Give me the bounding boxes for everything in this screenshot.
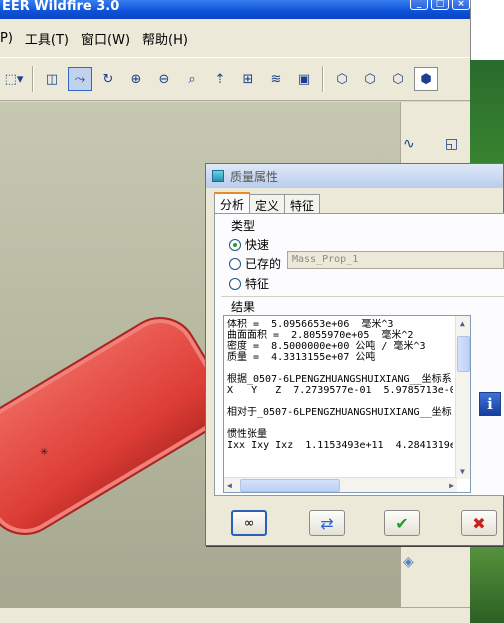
- toolbar-separator: [32, 66, 34, 92]
- curve-icon[interactable]: ∿: [403, 136, 415, 152]
- no-hidden-icon[interactable]: ⬡: [386, 67, 410, 91]
- cancel-icon: ✖: [472, 513, 486, 533]
- results-vertical-scrollbar[interactable]: ▲ ▼: [455, 316, 470, 479]
- scroll-right-icon[interactable]: ▶: [449, 480, 454, 491]
- results-line: 质量 = 4.3313155e+07 公吨: [227, 352, 376, 363]
- option-feature[interactable]: 特征: [229, 275, 269, 292]
- results-line: [227, 396, 453, 407]
- results-line: [227, 363, 453, 374]
- wireframe-icon[interactable]: ⬡: [330, 67, 354, 91]
- option-feature-label: 特征: [245, 277, 270, 291]
- window-title-bar: EER Wildfire 3.0 _ □ ×: [0, 0, 470, 19]
- scroll-up-icon[interactable]: ▲: [460, 318, 465, 329]
- dialog-app-icon: [212, 170, 224, 182]
- red-part-model[interactable]: [0, 302, 240, 550]
- layers-icon[interactable]: ⊞: [236, 67, 260, 91]
- menu-item-tools[interactable]: 工具(T): [19, 29, 75, 48]
- option-saved[interactable]: 已存的: [229, 255, 281, 272]
- scroll-left-icon[interactable]: ◀: [227, 480, 232, 491]
- results-line: 密度 = 8.5000000e+00 公吨 / 毫米^3: [227, 341, 426, 352]
- radio-saved[interactable]: [229, 257, 241, 270]
- zoom-out-icon[interactable]: ⊖: [152, 67, 176, 91]
- dialog-title: 质量属性: [230, 169, 279, 184]
- info-icon[interactable]: i: [479, 392, 501, 416]
- recompute-icon: ⇄: [320, 513, 334, 533]
- ok-button[interactable]: ✔: [384, 510, 420, 536]
- menu-item-partial[interactable]: P): [0, 31, 19, 46]
- mass-properties-dialog: 质量属性 分析 定义 特征 类型 快速 已存的 特征 Mass_Prop_1 结…: [205, 163, 504, 546]
- results-horizontal-scrollbar[interactable]: ◀ ▶: [224, 477, 457, 492]
- saved-view-icon[interactable]: ▣: [292, 67, 316, 91]
- option-saved-label: 已存的: [245, 257, 282, 271]
- dialog-tabs: 分析 定义 特征: [214, 192, 321, 213]
- dialog-title-bar[interactable]: 质量属性: [206, 164, 503, 188]
- tab-feature[interactable]: 特征: [284, 194, 321, 213]
- orient-icon[interactable]: ⤳: [68, 67, 92, 91]
- results-line: [227, 418, 453, 429]
- results-line: 相对于_0507-6LPENGZHUANGSHUIXIANG__坐标: [227, 407, 452, 418]
- dotted-select-icon[interactable]: ⬚▾: [2, 67, 26, 91]
- shaded-icon[interactable]: ⬢: [414, 67, 438, 91]
- group-divider: [221, 296, 504, 297]
- status-bar: [0, 607, 470, 623]
- spin-center-icon[interactable]: ◫: [40, 67, 64, 91]
- results-text-area[interactable]: 体积 = 5.0956653e+06 毫米^3 曲面面积 = 2.8055970e…: [223, 315, 471, 493]
- results-line: X Y Z 7.2739577e-01 5.9785713e-0: [227, 385, 453, 396]
- vertical-scroll-thumb[interactable]: [457, 336, 470, 372]
- coordinate-system-icon: ✳: [40, 447, 49, 458]
- cancel-button[interactable]: ✖: [461, 510, 497, 536]
- results-line: 根据_0507-6LPENGZHUANGSHUIXIANG__坐标系: [227, 374, 452, 385]
- view-rotate-icon[interactable]: ↻: [96, 67, 120, 91]
- tab-analysis[interactable]: 分析: [214, 192, 251, 213]
- checkmark-icon: ✔: [395, 513, 409, 533]
- window-controls: _ □ ×: [410, 0, 470, 10]
- scroll-down-icon[interactable]: ▼: [460, 466, 465, 477]
- results-line: Ixx Ixy Ixz 1.1153493e+11 4.2841319e: [227, 440, 453, 451]
- window-title: EER Wildfire 3.0: [2, 0, 120, 14]
- glasses-button[interactable]: ∞: [231, 510, 267, 536]
- tab-definition[interactable]: 定义: [249, 194, 286, 213]
- view-manager-icon[interactable]: ⇡: [208, 67, 232, 91]
- results-line: 曲面面积 = 2.8055970e+05 毫米^2: [227, 330, 414, 341]
- menu-bar: P) 工具(T) 窗口(W) 帮助(H): [0, 19, 470, 57]
- datum-icon[interactable]: ◱: [445, 136, 458, 152]
- zoom-in-icon[interactable]: ⊕: [124, 67, 148, 91]
- results-text: 体积 = 5.0956653e+06 毫米^3 曲面面积 = 2.8055970e…: [227, 319, 453, 479]
- radio-feature[interactable]: [229, 277, 241, 290]
- option-quick-label: 快速: [245, 238, 270, 252]
- results-line: 体积 = 5.0956653e+06 毫米^3: [227, 319, 394, 330]
- recompute-button[interactable]: ⇄: [309, 510, 345, 536]
- type-group-label: 类型: [231, 219, 256, 233]
- menu-item-window[interactable]: 窗口(W): [75, 29, 136, 48]
- close-button[interactable]: ×: [452, 0, 470, 10]
- toolbar: ⬚▾ ◫ ⤳ ↻ ⊕ ⊖ ⌕ ⇡ ⊞ ≋ ▣ ⬡ ⬡ ⬡ ⬢: [0, 57, 470, 101]
- results-line: 惯性张量: [227, 429, 267, 440]
- toolbar-separator: [322, 66, 324, 92]
- glasses-icon: ∞: [243, 515, 255, 531]
- layers-stack-icon[interactable]: ≋: [264, 67, 288, 91]
- background-window-fragment: [470, 0, 504, 60]
- minimize-button[interactable]: _: [410, 0, 428, 10]
- radio-quick[interactable]: [229, 238, 241, 251]
- refit-icon[interactable]: ⌕: [180, 67, 204, 91]
- mass-prop-name-field[interactable]: Mass_Prop_1: [287, 251, 504, 269]
- hidden-line-icon[interactable]: ⬡: [358, 67, 382, 91]
- menu-item-help[interactable]: 帮助(H): [136, 29, 194, 48]
- feature-icon[interactable]: ◈: [403, 554, 414, 570]
- maximize-button[interactable]: □: [431, 0, 449, 10]
- horizontal-scroll-thumb[interactable]: [240, 479, 340, 492]
- results-group-label: 结果: [231, 300, 256, 314]
- tab-panel: 类型 快速 已存的 特征 Mass_Prop_1 结果 体积 = 5.09566…: [214, 213, 504, 496]
- option-quick[interactable]: 快速: [229, 236, 269, 253]
